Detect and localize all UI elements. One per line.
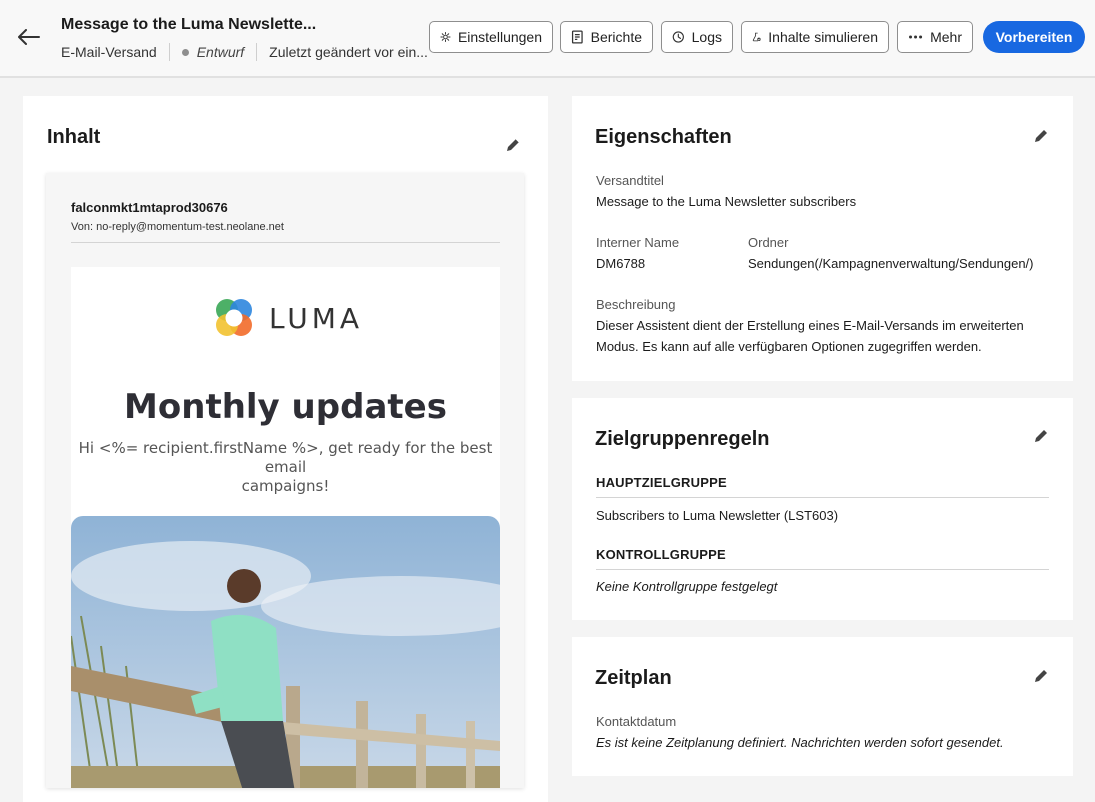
email-greeting-line: campaigns! <box>241 477 330 495</box>
luma-logo-icon <box>216 299 252 336</box>
properties-title: Eigenschaften <box>595 126 732 148</box>
properties-panel: Eigenschaften Versandtitel Message to th… <box>572 96 1073 381</box>
folder-label: Ordner <box>748 235 789 250</box>
internal-name-value: DM6788 <box>596 256 646 271</box>
email-divider <box>71 242 500 243</box>
settings-button-label: Einstellungen <box>457 29 542 45</box>
divider <box>168 43 170 61</box>
more-icon <box>909 35 923 39</box>
description-line: Dieser Assistent dient der Erstellung ei… <box>596 318 1024 333</box>
flask-icon <box>752 32 761 42</box>
settings-button[interactable]: Einstellungen <box>429 21 553 53</box>
divider <box>596 569 1049 570</box>
logs-button[interactable]: Logs <box>661 21 733 53</box>
prepare-button[interactable]: Vorbereiten <box>983 21 1085 53</box>
email-headline: Monthly updates <box>124 387 447 427</box>
logs-button-label: Logs <box>691 29 722 45</box>
more-button[interactable]: Mehr <box>897 21 973 53</box>
email-greeting-line: Hi <%= recipient.firstName %>, get ready… <box>78 439 493 476</box>
content-title: Inhalt <box>47 126 101 148</box>
internal-name-label: Interner Name <box>596 235 680 250</box>
contact-date-value: Es ist keine Zeitplanung definiert. Nach… <box>596 735 1004 750</box>
report-icon <box>571 30 583 44</box>
delivery-title-value: Message to the Luma Newsletter subscribe… <box>596 194 857 209</box>
page-title: Message to the Luma Newslette... <box>61 16 317 33</box>
email-body: LUMA Monthly updates Hi <%= recipient.fi… <box>71 267 500 788</box>
simulate-content-button[interactable]: Inhalte simulieren <box>741 21 889 53</box>
description-line: Modus. Es kann auf alle verfügbaren Opti… <box>596 339 982 354</box>
more-button-label: Mehr <box>930 29 962 45</box>
edit-audience-pencil-icon[interactable] <box>1032 427 1050 445</box>
email-from: Von: no-reply@momentum-test.neolane.net <box>71 221 284 233</box>
gear-icon <box>440 31 451 43</box>
folder-value: Sendungen(/Kampagnenverwaltung/Sendungen… <box>748 256 1034 271</box>
main-audience-heading: HAUPTZIELGRUPPE <box>596 475 727 490</box>
email-sender: falconmkt1mtaprod30676 <box>71 200 228 215</box>
reports-button[interactable]: Berichte <box>560 21 653 53</box>
email-preview: falconmkt1mtaprod30676 Von: no-reply@mom… <box>46 173 524 788</box>
back-arrow-icon[interactable] <box>16 24 42 50</box>
status-badge: Entwurf <box>196 44 245 60</box>
schedule-title: Zeitplan <box>595 667 672 689</box>
audience-title: Zielgruppenregeln <box>595 428 770 450</box>
email-greeting: Hi <%= recipient.firstName %>, get ready… <box>71 439 500 496</box>
simulate-content-button-label: Inhalte simulieren <box>768 29 878 45</box>
edit-schedule-pencil-icon[interactable] <box>1032 667 1050 685</box>
page-subtitle: E-Mail-Versand Entwurf Zuletzt geändert … <box>61 43 428 61</box>
edit-content-pencil-icon[interactable] <box>504 136 522 154</box>
page-header: Message to the Luma Newslette... E-Mail-… <box>0 0 1095 78</box>
hero-image <box>71 516 500 788</box>
audience-panel: Zielgruppenregeln HAUPTZIELGRUPPE Subscr… <box>572 398 1073 620</box>
control-group-heading: KONTROLLGRUPPE <box>596 547 726 562</box>
reports-button-label: Berichte <box>590 29 642 45</box>
divider <box>596 497 1049 498</box>
divider <box>256 43 258 61</box>
description-label: Beschreibung <box>596 297 676 312</box>
contact-date-label: Kontaktdatum <box>596 714 677 729</box>
control-group-value: Keine Kontrollgruppe festgelegt <box>596 579 778 594</box>
edit-properties-pencil-icon[interactable] <box>1032 127 1050 145</box>
last-modified-text: Zuletzt geändert vor ein... <box>269 44 428 60</box>
clock-icon <box>672 31 684 43</box>
status-dot-icon <box>181 48 189 56</box>
schedule-panel: Zeitplan Kontaktdatum Es ist keine Zeitp… <box>572 637 1073 776</box>
channel-label: E-Mail-Versand <box>61 44 157 60</box>
main-audience-value: Subscribers to Luma Newsletter (LST603) <box>596 508 839 523</box>
luma-logo-text: LUMA <box>269 301 364 335</box>
delivery-title-label: Versandtitel <box>596 173 664 188</box>
luma-logo: LUMA <box>211 295 363 341</box>
